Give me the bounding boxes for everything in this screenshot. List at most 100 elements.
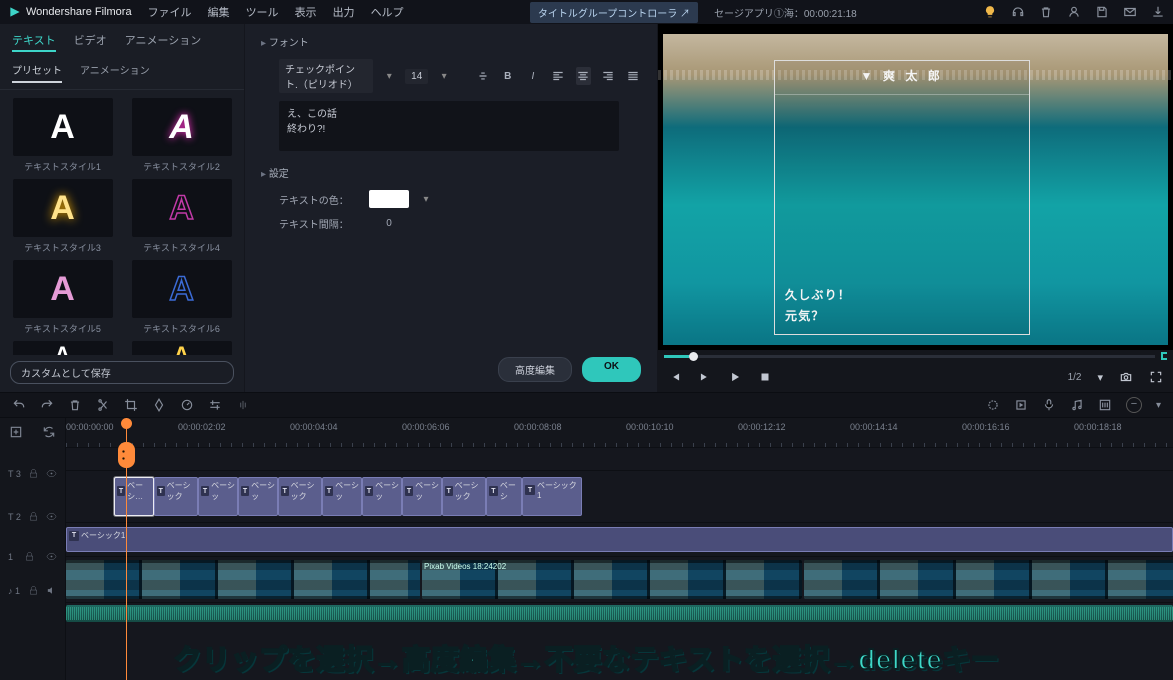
- user-icon[interactable]: [1067, 5, 1081, 19]
- video-clip[interactable]: Pixab Videos 18:24202: [422, 560, 802, 599]
- font-section-header[interactable]: フォント: [261, 34, 641, 49]
- track-sync-icon[interactable]: [42, 425, 56, 442]
- video-clip[interactable]: [804, 560, 1173, 599]
- preview-canvas[interactable]: ▼ 爽 太 郎 久しぶり！ 元気？: [658, 24, 1173, 350]
- subtab-アニメーション[interactable]: アニメーション: [80, 62, 150, 83]
- menu-表示[interactable]: 表示: [295, 4, 317, 20]
- tab-ビデオ[interactable]: ビデオ: [74, 32, 107, 52]
- mail-icon[interactable]: [1123, 5, 1137, 19]
- track-a1[interactable]: [66, 602, 1173, 624]
- text-style-thumb[interactable]: Aテキストスタイル6: [127, 260, 236, 335]
- italic-button[interactable]: I: [525, 67, 540, 85]
- chevron-down-icon[interactable]: ▾: [383, 69, 395, 83]
- prev-frame-button[interactable]: [668, 370, 682, 384]
- save-icon[interactable]: [1095, 5, 1109, 19]
- settings-icon[interactable]: [208, 398, 222, 412]
- track-add-icon[interactable]: [9, 425, 23, 442]
- text-clip[interactable]: Tベーシッ: [362, 477, 402, 516]
- text-clip[interactable]: Tベーシッ: [402, 477, 442, 516]
- undo-button[interactable]: [12, 398, 26, 412]
- mixer-icon[interactable]: [1098, 398, 1112, 412]
- subtab-プリセット[interactable]: プリセット: [12, 62, 62, 83]
- settings-section-header[interactable]: 設定: [261, 165, 641, 180]
- menu-ツール[interactable]: ツール: [246, 4, 279, 20]
- preview-seekbar[interactable]: [658, 350, 1173, 362]
- text-style-thumb[interactable]: Aテキストスタイル1: [8, 98, 117, 173]
- split-button[interactable]: [96, 398, 110, 412]
- text-clip[interactable]: Tベーシック: [278, 477, 322, 516]
- audio-clip[interactable]: [66, 605, 1173, 622]
- menu-出力[interactable]: 出力: [333, 4, 355, 20]
- track-t2[interactable]: Tベーシック1: [66, 522, 1173, 556]
- align-left-button[interactable]: [550, 67, 565, 85]
- save-preset-button[interactable]: カスタムとして保存: [10, 361, 234, 384]
- title-group-chip[interactable]: タイトルグループコントローラ ↗: [530, 2, 698, 23]
- text-style-thumb[interactable]: Aテキストスタイル2: [127, 98, 236, 173]
- headphones-icon[interactable]: [1011, 5, 1025, 19]
- track-header-t3[interactable]: T 3: [0, 448, 65, 500]
- strikethrough-button[interactable]: [475, 67, 490, 85]
- text-clip[interactable]: Tベーシック: [442, 477, 486, 516]
- track-t1[interactable]: Pixab Videos 18:24202: [66, 556, 1173, 602]
- text-clip[interactable]: Tベーシッ: [322, 477, 362, 516]
- text-style-thumb[interactable]: Aテキストスタイル4: [127, 179, 236, 254]
- ok-button[interactable]: OK: [582, 357, 641, 382]
- text-content-area[interactable]: え、この話 終わり?!: [279, 101, 619, 151]
- track-header-t2[interactable]: T 2: [0, 500, 65, 534]
- audio-wave-icon[interactable]: [236, 398, 250, 412]
- mic-icon[interactable]: [1042, 398, 1056, 412]
- text-clip[interactable]: Tベーシッ: [238, 477, 278, 516]
- tab-テキスト[interactable]: テキスト: [12, 32, 56, 52]
- menu-ファイル[interactable]: ファイル: [148, 4, 192, 20]
- chevron-down-icon[interactable]: ▾: [438, 69, 450, 83]
- marker-button[interactable]: [152, 398, 166, 412]
- align-justify-button[interactable]: [626, 67, 641, 85]
- text-clip[interactable]: Tベーシ…: [114, 477, 154, 516]
- text-clip[interactable]: Tベーシ: [486, 477, 522, 516]
- track-t3[interactable]: Tベーシ…TベーシックTベーシッTベーシッTベーシックTベーシッTベーシッTベー…: [66, 470, 1173, 522]
- font-size-select[interactable]: 14: [405, 69, 428, 84]
- align-right-button[interactable]: [601, 67, 616, 85]
- trash-icon[interactable]: [1039, 5, 1053, 19]
- tab-アニメーション[interactable]: アニメーション: [125, 32, 202, 52]
- text-style-thumb[interactable]: Aテキストスタイル3: [8, 179, 117, 254]
- chevron-down-icon[interactable]: ▾: [1097, 371, 1103, 384]
- render-icon[interactable]: [1014, 398, 1028, 412]
- align-center-button[interactable]: [576, 67, 591, 85]
- text-style-thumb[interactable]: A: [8, 341, 117, 355]
- download-icon[interactable]: [1151, 5, 1165, 19]
- time-ruler[interactable]: 00:00:00:0000:00:02:0200:00:04:0400:00:0…: [66, 418, 1173, 448]
- chevron-down-icon[interactable]: ▾: [419, 192, 433, 206]
- zoom-out-button[interactable]: −: [1126, 397, 1142, 413]
- playhead[interactable]: [126, 418, 127, 680]
- text-clip[interactable]: Tベーシック: [154, 477, 198, 516]
- font-family-select[interactable]: チェックポイント.（ピリオド）: [279, 59, 373, 93]
- music-icon[interactable]: [1070, 398, 1084, 412]
- text-color-swatch[interactable]: [369, 190, 409, 208]
- speed-button[interactable]: [180, 398, 194, 412]
- menu-編集[interactable]: 編集: [208, 4, 230, 20]
- text-clip[interactable]: Tベーシッ: [198, 477, 238, 516]
- play-button[interactable]: [728, 370, 742, 384]
- zoom-in-button[interactable]: ▾: [1156, 400, 1161, 411]
- text-clip[interactable]: Tベーシック1: [66, 527, 1173, 552]
- scissors-icon[interactable]: [118, 442, 135, 468]
- lightbulb-icon[interactable]: [983, 5, 997, 19]
- delete-button[interactable]: [68, 398, 82, 412]
- stop-button[interactable]: [758, 370, 772, 384]
- text-style-thumb[interactable]: Aテキストスタイル5: [8, 260, 117, 335]
- snapshot-icon[interactable]: [1119, 370, 1133, 384]
- next-frame-button[interactable]: [698, 370, 712, 384]
- fullscreen-icon[interactable]: [1149, 370, 1163, 384]
- text-clip[interactable]: Tベーシック1: [522, 477, 582, 516]
- crop-button[interactable]: [124, 398, 138, 412]
- redo-button[interactable]: [40, 398, 54, 412]
- track-header-a1[interactable]: ♪ 1: [0, 580, 65, 602]
- timeline-body[interactable]: 00:00:00:0000:00:02:0200:00:04:0400:00:0…: [66, 418, 1173, 680]
- video-clip[interactable]: [66, 560, 420, 599]
- text-style-thumb[interactable]: A: [127, 341, 236, 355]
- color-wheel-icon[interactable]: [986, 398, 1000, 412]
- menu-ヘルプ[interactable]: ヘルプ: [371, 4, 404, 20]
- text-spacing-value[interactable]: 0: [369, 218, 409, 229]
- track-header-t1[interactable]: 1: [0, 534, 65, 580]
